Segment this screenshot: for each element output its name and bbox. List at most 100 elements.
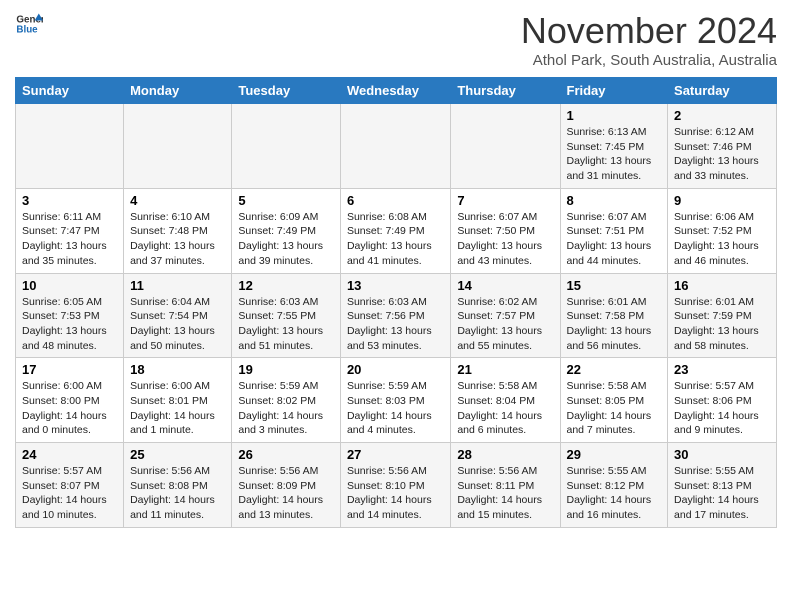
calendar-cell: 14 Sunrise: 6:02 AM Sunset: 7:57 PM Dayli… (451, 273, 560, 358)
calendar-cell: 15Sunrise: 6:01 AM Sunset: 7:58 PM Dayli… (560, 273, 668, 358)
day-info: Sunrise: 5:58 AM Sunset: 8:04 PM Dayligh… (457, 379, 553, 438)
calendar-cell: 8Sunrise: 6:07 AM Sunset: 7:51 PM Daylig… (560, 188, 668, 273)
calendar-cell: 23Sunrise: 5:57 AM Sunset: 8:06 PM Dayli… (668, 358, 777, 443)
calendar-cell (451, 104, 560, 189)
day-number: 6 (347, 193, 444, 208)
weekday-header-friday: Friday (560, 78, 668, 104)
calendar-cell: 29Sunrise: 5:55 AM Sunset: 8:12 PM Dayli… (560, 443, 668, 528)
day-info: Sunrise: 6:00 AM Sunset: 8:01 PM Dayligh… (130, 379, 225, 438)
week-row-2: 10 Sunrise: 6:05 AM Sunset: 7:53 PM Dayli… (16, 273, 777, 358)
calendar-cell (340, 104, 450, 189)
day-number: 25 (130, 447, 225, 462)
day-number: 9 (674, 193, 770, 208)
week-row-3: 17 Sunrise: 6:00 AM Sunset: 8:00 PM Dayli… (16, 358, 777, 443)
calendar-cell: 26 Sunrise: 5:56 AM Sunset: 8:09 PM Dayli… (232, 443, 341, 528)
day-number: 14 (457, 278, 553, 293)
week-row-1: 3 Sunrise: 6:11 AM Sunset: 7:47 PM Daylig… (16, 188, 777, 273)
day-info: Sunrise: 6:00 AM Sunset: 8:00 PM Dayligh… (22, 379, 117, 438)
day-number: 18 (130, 362, 225, 377)
calendar-cell: 11 Sunrise: 6:04 AM Sunset: 7:54 PM Dayli… (124, 273, 232, 358)
day-info: Sunrise: 6:03 AM Sunset: 7:56 PM Dayligh… (347, 295, 444, 354)
calendar-cell: 19 Sunrise: 5:59 AM Sunset: 8:02 PM Dayli… (232, 358, 341, 443)
day-number: 17 (22, 362, 117, 377)
location-subtitle: Athol Park, South Australia, Australia (521, 52, 777, 69)
calendar-cell: 12 Sunrise: 6:03 AM Sunset: 7:55 PM Dayli… (232, 273, 341, 358)
logo: General Blue (15, 10, 43, 38)
weekday-header-monday: Monday (124, 78, 232, 104)
day-number: 12 (238, 278, 334, 293)
day-number: 5 (238, 193, 334, 208)
day-number: 16 (674, 278, 770, 293)
day-info: Sunrise: 6:03 AM Sunset: 7:55 PM Dayligh… (238, 295, 334, 354)
calendar-cell: 20 Sunrise: 5:59 AM Sunset: 8:03 PM Dayli… (340, 358, 450, 443)
day-number: 27 (347, 447, 444, 462)
calendar-cell: 18 Sunrise: 6:00 AM Sunset: 8:01 PM Dayli… (124, 358, 232, 443)
calendar-cell: 16 Sunrise: 6:01 AM Sunset: 7:59 PM Dayli… (668, 273, 777, 358)
calendar-cell (124, 104, 232, 189)
day-number: 19 (238, 362, 334, 377)
calendar-cell: 24 Sunrise: 5:57 AM Sunset: 8:07 PM Dayli… (16, 443, 124, 528)
day-info: Sunrise: 5:57 AM Sunset: 8:07 PM Dayligh… (22, 464, 117, 523)
calendar-cell: 4Sunrise: 6:10 AM Sunset: 7:48 PM Daylig… (124, 188, 232, 273)
day-info: Sunrise: 6:05 AM Sunset: 7:53 PM Dayligh… (22, 295, 117, 354)
day-number: 10 (22, 278, 117, 293)
calendar-cell: 6 Sunrise: 6:08 AM Sunset: 7:49 PM Daylig… (340, 188, 450, 273)
calendar-cell: 5Sunrise: 6:09 AM Sunset: 7:49 PM Daylig… (232, 188, 341, 273)
day-number: 24 (22, 447, 117, 462)
calendar-cell: 2 Sunrise: 6:12 AM Sunset: 7:46 PM Daylig… (668, 104, 777, 189)
day-number: 21 (457, 362, 553, 377)
week-row-0: 1 Sunrise: 6:13 AM Sunset: 7:45 PM Daylig… (16, 104, 777, 189)
day-info: Sunrise: 5:56 AM Sunset: 8:08 PM Dayligh… (130, 464, 225, 523)
calendar-cell: 25 Sunrise: 5:56 AM Sunset: 8:08 PM Dayli… (124, 443, 232, 528)
day-number: 20 (347, 362, 444, 377)
day-info: Sunrise: 6:10 AM Sunset: 7:48 PM Dayligh… (130, 210, 225, 269)
day-number: 11 (130, 278, 225, 293)
day-number: 28 (457, 447, 553, 462)
weekday-header-row: SundayMondayTuesdayWednesdayThursdayFrid… (16, 78, 777, 104)
calendar-cell (232, 104, 341, 189)
calendar-cell: 28 Sunrise: 5:56 AM Sunset: 8:11 PM Dayli… (451, 443, 560, 528)
day-info: Sunrise: 6:12 AM Sunset: 7:46 PM Dayligh… (674, 125, 770, 184)
day-number: 3 (22, 193, 117, 208)
calendar-cell: 3 Sunrise: 6:11 AM Sunset: 7:47 PM Daylig… (16, 188, 124, 273)
day-info: Sunrise: 5:59 AM Sunset: 8:03 PM Dayligh… (347, 379, 444, 438)
weekday-header-sunday: Sunday (16, 78, 124, 104)
calendar-cell: 9 Sunrise: 6:06 AM Sunset: 7:52 PM Daylig… (668, 188, 777, 273)
day-info: Sunrise: 6:08 AM Sunset: 7:49 PM Dayligh… (347, 210, 444, 269)
calendar-cell: 1 Sunrise: 6:13 AM Sunset: 7:45 PM Daylig… (560, 104, 668, 189)
day-number: 2 (674, 108, 770, 123)
month-title: November 2024 (521, 10, 777, 52)
weekday-header-wednesday: Wednesday (340, 78, 450, 104)
day-info: Sunrise: 6:04 AM Sunset: 7:54 PM Dayligh… (130, 295, 225, 354)
calendar-cell: 7 Sunrise: 6:07 AM Sunset: 7:50 PM Daylig… (451, 188, 560, 273)
day-info: Sunrise: 6:02 AM Sunset: 7:57 PM Dayligh… (457, 295, 553, 354)
weekday-header-tuesday: Tuesday (232, 78, 341, 104)
week-row-4: 24 Sunrise: 5:57 AM Sunset: 8:07 PM Dayli… (16, 443, 777, 528)
day-info: Sunrise: 6:07 AM Sunset: 7:50 PM Dayligh… (457, 210, 553, 269)
calendar-cell: 13Sunrise: 6:03 AM Sunset: 7:56 PM Dayli… (340, 273, 450, 358)
calendar-cell: 17 Sunrise: 6:00 AM Sunset: 8:00 PM Dayli… (16, 358, 124, 443)
calendar-cell: 10 Sunrise: 6:05 AM Sunset: 7:53 PM Dayli… (16, 273, 124, 358)
calendar-cell: 30 Sunrise: 5:55 AM Sunset: 8:13 PM Dayli… (668, 443, 777, 528)
day-info: Sunrise: 5:56 AM Sunset: 8:10 PM Dayligh… (347, 464, 444, 523)
day-number: 29 (567, 447, 662, 462)
day-number: 1 (567, 108, 662, 123)
day-info: Sunrise: 5:56 AM Sunset: 8:11 PM Dayligh… (457, 464, 553, 523)
day-info: Sunrise: 6:11 AM Sunset: 7:47 PM Dayligh… (22, 210, 117, 269)
day-info: Sunrise: 5:59 AM Sunset: 8:02 PM Dayligh… (238, 379, 334, 438)
day-number: 7 (457, 193, 553, 208)
day-number: 26 (238, 447, 334, 462)
day-info: Sunrise: 6:07 AM Sunset: 7:51 PM Dayligh… (567, 210, 662, 269)
day-number: 22 (567, 362, 662, 377)
calendar-cell: 27 Sunrise: 5:56 AM Sunset: 8:10 PM Dayli… (340, 443, 450, 528)
page-header: General Blue November 2024 Athol Park, S… (15, 10, 777, 69)
day-info: Sunrise: 5:55 AM Sunset: 8:13 PM Dayligh… (674, 464, 770, 523)
day-info: Sunrise: 5:56 AM Sunset: 8:09 PM Dayligh… (238, 464, 334, 523)
day-number: 30 (674, 447, 770, 462)
day-info: Sunrise: 6:06 AM Sunset: 7:52 PM Dayligh… (674, 210, 770, 269)
weekday-header-thursday: Thursday (451, 78, 560, 104)
day-info: Sunrise: 6:13 AM Sunset: 7:45 PM Dayligh… (567, 125, 662, 184)
day-info: Sunrise: 6:01 AM Sunset: 7:59 PM Dayligh… (674, 295, 770, 354)
calendar-cell (16, 104, 124, 189)
day-info: Sunrise: 5:58 AM Sunset: 8:05 PM Dayligh… (567, 379, 662, 438)
